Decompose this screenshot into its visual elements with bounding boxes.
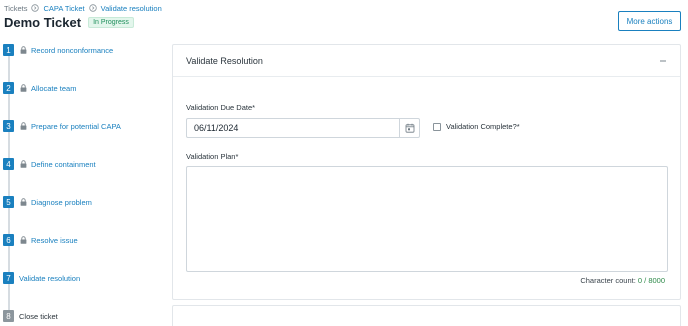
validation-complete-checkbox[interactable] <box>433 122 441 131</box>
validation-complete-label: Validation Complete?* <box>446 122 520 131</box>
step-label: Prepare for potential CAPA <box>31 121 121 131</box>
step-connector <box>8 94 10 120</box>
status-badge: In Progress <box>88 17 134 28</box>
lock-icon <box>20 46 27 54</box>
chevron-circle-right-icon <box>31 4 40 12</box>
breadcrumb: Tickets CAPA Ticket Validate resolution <box>4 2 162 14</box>
step-validate-resolution[interactable]: 7 Validate resolution <box>3 272 80 284</box>
due-date-field[interactable]: 06/11/2024 <box>186 118 420 138</box>
step-label: Allocate team <box>31 83 77 93</box>
step-label: Validate resolution <box>19 273 81 283</box>
step-label: Define containment <box>31 159 96 169</box>
step-label: Diagnose problem <box>31 197 92 207</box>
step-number: 2 <box>3 82 14 94</box>
lock-icon <box>20 84 27 92</box>
minus-icon[interactable] <box>659 57 667 65</box>
more-actions-button[interactable]: More actions <box>618 11 681 31</box>
next-panel <box>172 305 681 326</box>
validation-plan-textarea[interactable] <box>186 166 668 272</box>
step-number: 6 <box>3 234 14 246</box>
page-title: Demo Ticket <box>4 15 82 30</box>
chevron-circle-right-icon <box>88 4 97 12</box>
character-count-label: Character count: <box>580 276 636 285</box>
step-connector <box>8 170 10 196</box>
due-date-label: Validation Due Date* <box>186 103 256 112</box>
step-label: Close ticket <box>19 311 58 321</box>
calendar-icon[interactable] <box>399 119 419 137</box>
step-record-nonconformance[interactable]: 1 Record nonconformance <box>3 44 113 56</box>
step-number: 7 <box>3 272 14 284</box>
step-connector <box>8 246 10 272</box>
lock-icon <box>20 160 27 168</box>
title-row: Demo Ticket In Progress <box>4 15 134 30</box>
step-allocate-team[interactable]: 2 Allocate team <box>3 82 76 94</box>
due-date-value[interactable]: 06/11/2024 <box>187 123 399 133</box>
step-connector <box>8 56 10 82</box>
breadcrumb-capa-ticket[interactable]: CAPA Ticket <box>43 4 84 13</box>
validation-complete-row: Validation Complete?* <box>433 122 520 131</box>
step-diagnose-problem[interactable]: 5 Diagnose problem <box>3 196 92 208</box>
validate-resolution-panel: Validate Resolution Validation Due Date*… <box>172 44 681 300</box>
step-resolve-issue[interactable]: 6 Resolve issue <box>3 234 78 246</box>
step-prepare-for-potential-capa[interactable]: 3 Prepare for potential CAPA <box>3 120 121 132</box>
validation-plan-label: Validation Plan* <box>186 152 239 161</box>
step-connector <box>8 284 10 310</box>
step-number: 8 <box>3 310 14 322</box>
step-number: 3 <box>3 120 14 132</box>
step-label: Record nonconformance <box>31 45 114 55</box>
step-number: 1 <box>3 44 14 56</box>
step-define-containment[interactable]: 4 Define containment <box>3 158 96 170</box>
lock-icon <box>20 236 27 244</box>
step-label: Resolve issue <box>31 235 78 245</box>
lock-icon <box>20 198 27 206</box>
step-connector <box>8 208 10 234</box>
character-count: Character count: 0 / 8000 <box>580 276 665 285</box>
character-count-value: 0 / 8000 <box>637 276 665 285</box>
step-close-ticket[interactable]: 8 Close ticket <box>3 310 58 322</box>
panel-title: Validate Resolution <box>186 55 263 66</box>
breadcrumb-validate-resolution[interactable]: Validate resolution <box>101 4 162 13</box>
step-number: 4 <box>3 158 14 170</box>
panel-header: Validate Resolution <box>173 45 680 77</box>
breadcrumb-tickets[interactable]: Tickets <box>4 4 27 13</box>
step-number: 5 <box>3 196 14 208</box>
lock-icon <box>20 122 27 130</box>
step-connector <box>8 132 10 158</box>
